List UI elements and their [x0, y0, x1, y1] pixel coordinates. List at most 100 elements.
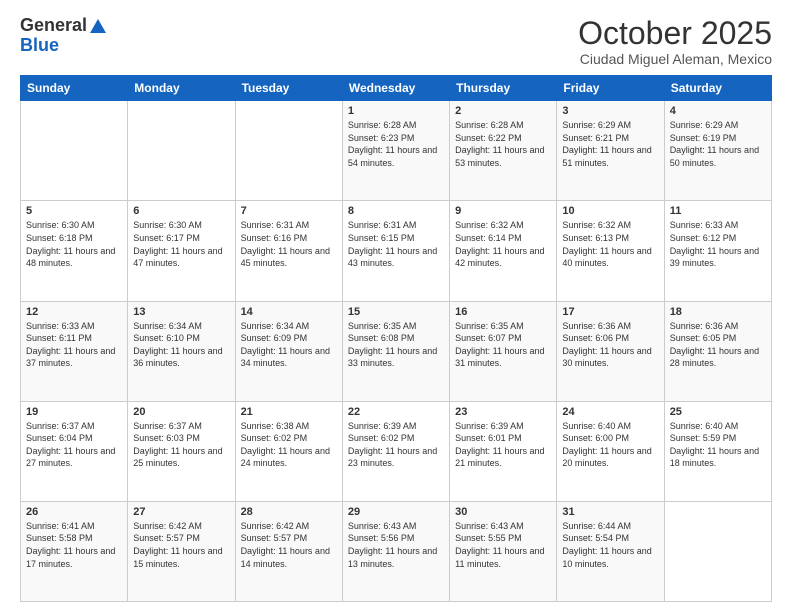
weekday-wednesday: Wednesday — [342, 76, 449, 101]
day-cell: 23 Sunrise: 6:39 AMSunset: 6:01 PMDayligh… — [450, 401, 557, 501]
day-cell — [21, 101, 128, 201]
day-info: Sunrise: 6:29 AMSunset: 6:19 PMDaylight:… — [670, 119, 766, 169]
day-number: 9 — [455, 205, 551, 217]
day-info: Sunrise: 6:40 AMSunset: 6:00 PMDaylight:… — [562, 420, 658, 470]
calendar-table: SundayMondayTuesdayWednesdayThursdayFrid… — [20, 75, 772, 602]
day-cell: 19 Sunrise: 6:37 AMSunset: 6:04 PMDayligh… — [21, 401, 128, 501]
day-number: 29 — [348, 506, 444, 518]
weekday-friday: Friday — [557, 76, 664, 101]
day-number: 24 — [562, 406, 658, 418]
day-number: 22 — [348, 406, 444, 418]
logo: General Blue — [20, 16, 106, 56]
day-info: Sunrise: 6:35 AMSunset: 6:07 PMDaylight:… — [455, 320, 551, 370]
day-info: Sunrise: 6:33 AMSunset: 6:12 PMDaylight:… — [670, 219, 766, 269]
day-number: 23 — [455, 406, 551, 418]
day-number: 3 — [562, 105, 658, 117]
day-cell — [235, 101, 342, 201]
day-number: 20 — [133, 406, 229, 418]
day-info: Sunrise: 6:43 AMSunset: 5:55 PMDaylight:… — [455, 520, 551, 570]
day-cell: 18 Sunrise: 6:36 AMSunset: 6:05 PMDayligh… — [664, 301, 771, 401]
day-info: Sunrise: 6:37 AMSunset: 6:04 PMDaylight:… — [26, 420, 122, 470]
day-cell: 17 Sunrise: 6:36 AMSunset: 6:06 PMDayligh… — [557, 301, 664, 401]
day-info: Sunrise: 6:37 AMSunset: 6:03 PMDaylight:… — [133, 420, 229, 470]
day-number: 17 — [562, 306, 658, 318]
day-cell: 21 Sunrise: 6:38 AMSunset: 6:02 PMDayligh… — [235, 401, 342, 501]
weekday-header-row: SundayMondayTuesdayWednesdayThursdayFrid… — [21, 76, 772, 101]
day-number: 31 — [562, 506, 658, 518]
day-number: 19 — [26, 406, 122, 418]
day-cell: 7Sunrise: 6:31 AMSunset: 6:16 PMDaylight… — [235, 201, 342, 301]
day-info: Sunrise: 6:36 AMSunset: 6:05 PMDaylight:… — [670, 320, 766, 370]
day-cell: 16 Sunrise: 6:35 AMSunset: 6:07 PMDayligh… — [450, 301, 557, 401]
day-info: Sunrise: 6:44 AMSunset: 5:54 PMDaylight:… — [562, 520, 658, 570]
day-number: 25 — [670, 406, 766, 418]
day-number: 4 — [670, 105, 766, 117]
day-info: Sunrise: 6:36 AMSunset: 6:06 PMDaylight:… — [562, 320, 658, 370]
day-cell: 20 Sunrise: 6:37 AMSunset: 6:03 PMDayligh… — [128, 401, 235, 501]
day-info: Sunrise: 6:43 AMSunset: 5:56 PMDaylight:… — [348, 520, 444, 570]
day-number: 15 — [348, 306, 444, 318]
day-cell: 1Sunrise: 6:28 AMSunset: 6:23 PMDaylight… — [342, 101, 449, 201]
logo-icon — [90, 19, 106, 33]
page: General Blue October 2025 Ciudad Miguel … — [0, 0, 792, 612]
day-info: Sunrise: 6:34 AMSunset: 6:09 PMDaylight:… — [241, 320, 337, 370]
day-cell: 10Sunrise: 6:32 AMSunset: 6:13 PMDayligh… — [557, 201, 664, 301]
day-number: 2 — [455, 105, 551, 117]
day-number: 6 — [133, 205, 229, 217]
title-block: October 2025 Ciudad Miguel Aleman, Mexic… — [578, 16, 772, 67]
day-info: Sunrise: 6:39 AMSunset: 6:01 PMDaylight:… — [455, 420, 551, 470]
day-number: 16 — [455, 306, 551, 318]
day-cell: 27 Sunrise: 6:42 AMSunset: 5:57 PMDayligh… — [128, 501, 235, 601]
day-number: 18 — [670, 306, 766, 318]
day-cell: 28 Sunrise: 6:42 AMSunset: 5:57 PMDayligh… — [235, 501, 342, 601]
day-cell: 31 Sunrise: 6:44 AMSunset: 5:54 PMDayligh… — [557, 501, 664, 601]
logo-general: General — [20, 16, 87, 36]
calendar-title: October 2025 — [578, 16, 772, 51]
day-cell: 6Sunrise: 6:30 AMSunset: 6:17 PMDaylight… — [128, 201, 235, 301]
day-number: 12 — [26, 306, 122, 318]
day-info: Sunrise: 6:28 AMSunset: 6:22 PMDaylight:… — [455, 119, 551, 169]
logo-blue: Blue — [20, 36, 106, 56]
day-cell: 11Sunrise: 6:33 AMSunset: 6:12 PMDayligh… — [664, 201, 771, 301]
day-cell: 29 Sunrise: 6:43 AMSunset: 5:56 PMDayligh… — [342, 501, 449, 601]
day-cell: 15 Sunrise: 6:35 AMSunset: 6:08 PMDayligh… — [342, 301, 449, 401]
day-cell: 30 Sunrise: 6:43 AMSunset: 5:55 PMDayligh… — [450, 501, 557, 601]
day-info: Sunrise: 6:41 AMSunset: 5:58 PMDaylight:… — [26, 520, 122, 570]
weekday-sunday: Sunday — [21, 76, 128, 101]
weekday-thursday: Thursday — [450, 76, 557, 101]
day-info: Sunrise: 6:33 AMSunset: 6:11 PMDaylight:… — [26, 320, 122, 370]
day-info: Sunrise: 6:31 AMSunset: 6:16 PMDaylight:… — [241, 219, 337, 269]
day-cell — [128, 101, 235, 201]
day-cell: 5Sunrise: 6:30 AMSunset: 6:18 PMDaylight… — [21, 201, 128, 301]
day-info: Sunrise: 6:39 AMSunset: 6:02 PMDaylight:… — [348, 420, 444, 470]
day-info: Sunrise: 6:42 AMSunset: 5:57 PMDaylight:… — [133, 520, 229, 570]
day-info: Sunrise: 6:31 AMSunset: 6:15 PMDaylight:… — [348, 219, 444, 269]
day-cell: 12 Sunrise: 6:33 AMSunset: 6:11 PMDayligh… — [21, 301, 128, 401]
day-number: 14 — [241, 306, 337, 318]
weekday-tuesday: Tuesday — [235, 76, 342, 101]
day-info: Sunrise: 6:38 AMSunset: 6:02 PMDaylight:… — [241, 420, 337, 470]
day-cell: 14 Sunrise: 6:34 AMSunset: 6:09 PMDayligh… — [235, 301, 342, 401]
day-number: 21 — [241, 406, 337, 418]
day-cell: 9 Sunrise: 6:32 AMSunset: 6:14 PMDaylight… — [450, 201, 557, 301]
day-info: Sunrise: 6:42 AMSunset: 5:57 PMDaylight:… — [241, 520, 337, 570]
day-number: 30 — [455, 506, 551, 518]
week-row-4: 26Sunrise: 6:41 AMSunset: 5:58 PMDayligh… — [21, 501, 772, 601]
day-number: 5 — [26, 205, 122, 217]
day-cell: 3 Sunrise: 6:29 AMSunset: 6:21 PMDaylight… — [557, 101, 664, 201]
day-info: Sunrise: 6:32 AMSunset: 6:14 PMDaylight:… — [455, 219, 551, 269]
day-info: Sunrise: 6:29 AMSunset: 6:21 PMDaylight:… — [562, 119, 658, 169]
day-number: 1 — [348, 105, 444, 117]
day-number: 13 — [133, 306, 229, 318]
calendar-subtitle: Ciudad Miguel Aleman, Mexico — [578, 51, 772, 67]
day-info: Sunrise: 6:40 AMSunset: 5:59 PMDaylight:… — [670, 420, 766, 470]
week-row-1: 5Sunrise: 6:30 AMSunset: 6:18 PMDaylight… — [21, 201, 772, 301]
week-row-3: 19 Sunrise: 6:37 AMSunset: 6:04 PMDayligh… — [21, 401, 772, 501]
day-cell: 24 Sunrise: 6:40 AMSunset: 6:00 PMDayligh… — [557, 401, 664, 501]
week-row-2: 12 Sunrise: 6:33 AMSunset: 6:11 PMDayligh… — [21, 301, 772, 401]
day-cell: 26Sunrise: 6:41 AMSunset: 5:58 PMDayligh… — [21, 501, 128, 601]
day-number: 27 — [133, 506, 229, 518]
day-cell: 13Sunrise: 6:34 AMSunset: 6:10 PMDayligh… — [128, 301, 235, 401]
day-info: Sunrise: 6:35 AMSunset: 6:08 PMDaylight:… — [348, 320, 444, 370]
day-number: 28 — [241, 506, 337, 518]
